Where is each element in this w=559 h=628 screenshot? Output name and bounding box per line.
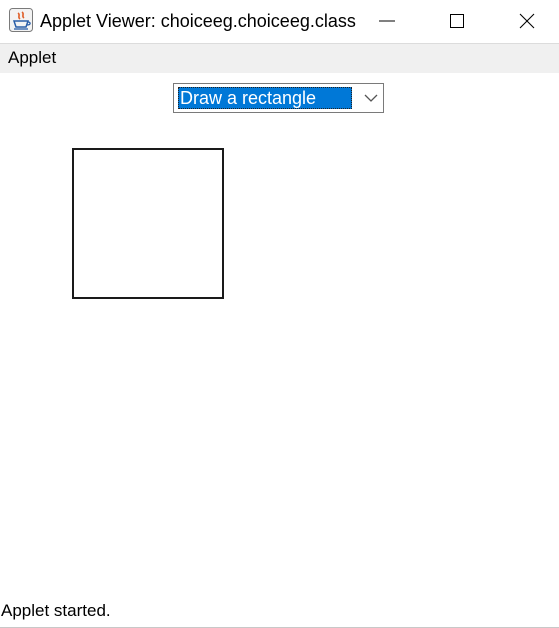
minimize-icon xyxy=(379,20,395,22)
status-bar: Applet started. xyxy=(0,599,559,628)
minimize-button[interactable] xyxy=(364,0,410,42)
close-button[interactable] xyxy=(504,0,550,42)
java-icon xyxy=(9,8,33,32)
chevron-down-icon[interactable] xyxy=(363,90,379,106)
drawn-rectangle xyxy=(72,148,224,299)
status-text: Applet started. xyxy=(1,601,111,620)
applet-panel: Draw a rectangle xyxy=(0,73,559,597)
menu-bar: Applet xyxy=(0,43,559,73)
menu-applet[interactable]: Applet xyxy=(8,48,56,68)
window-title: Applet Viewer: choiceeg.choiceeg.class xyxy=(40,11,356,31)
choice-selected-value[interactable]: Draw a rectangle xyxy=(178,87,352,109)
shape-choice-dropdown[interactable]: Draw a rectangle xyxy=(173,83,384,113)
maximize-button[interactable] xyxy=(434,0,480,42)
maximize-icon xyxy=(450,14,464,28)
title-bar[interactable]: Applet Viewer: choiceeg.choiceeg.class xyxy=(0,0,559,42)
applet-viewer-window: Applet Viewer: choiceeg.choiceeg.class A… xyxy=(0,0,559,628)
close-icon xyxy=(519,13,535,29)
